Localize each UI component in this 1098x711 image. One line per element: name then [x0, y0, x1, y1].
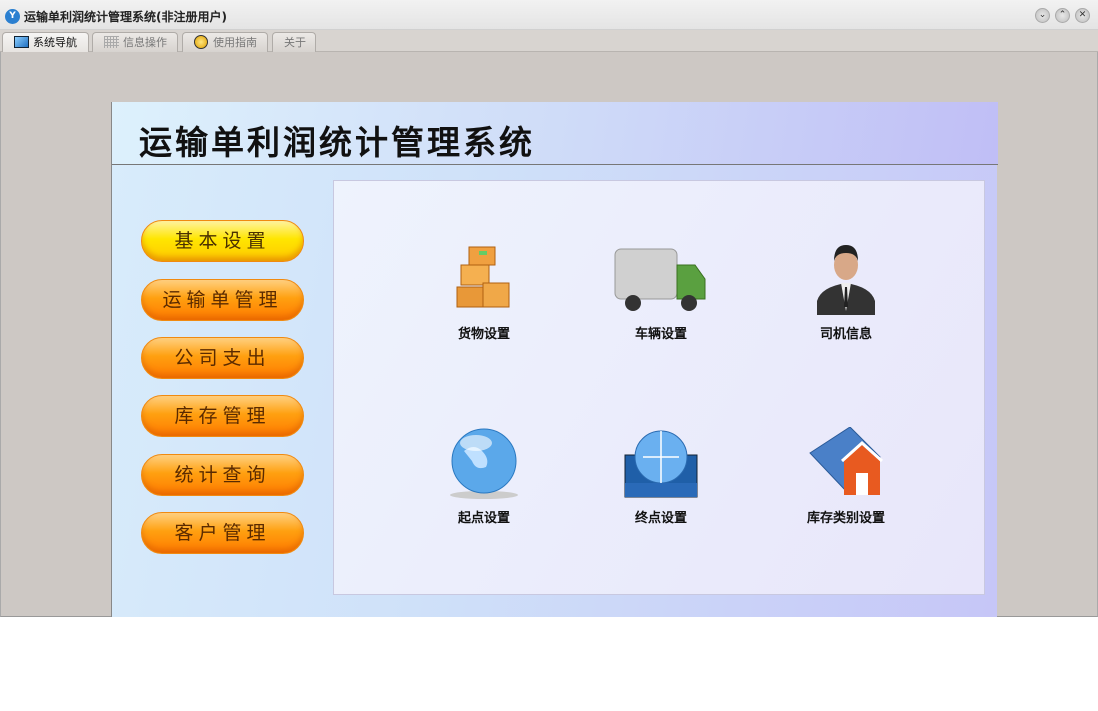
app-logo-icon: Y: [5, 9, 20, 24]
tab-label: 使用指南: [213, 36, 257, 49]
item-label: 车辆设置: [634, 327, 687, 342]
minimize-button[interactable]: ⌄: [1035, 8, 1050, 23]
nav-statistics-query[interactable]: 统计查询: [141, 454, 304, 496]
cargo-settings[interactable]: 货物设置: [419, 243, 549, 342]
page-title: 运输单利润统计管理系统: [139, 123, 535, 162]
nav-customer-management[interactable]: 客户管理: [141, 512, 304, 554]
nav-inventory-management[interactable]: 库存管理: [141, 395, 304, 437]
maximize-button[interactable]: ⌃: [1055, 8, 1070, 23]
grid-icon: [104, 36, 119, 48]
tab-label: 信息操作: [123, 36, 167, 49]
item-label: 起点设置: [457, 511, 510, 526]
close-button[interactable]: ✕: [1075, 8, 1090, 23]
vehicle-settings[interactable]: 车辆设置: [596, 243, 726, 342]
panel-header: 运输单利润统计管理系统: [112, 102, 998, 165]
tab-info-ops[interactable]: 信息操作: [92, 32, 178, 52]
tab-about[interactable]: 关于: [272, 32, 316, 52]
tab-label: 关于: [284, 36, 306, 49]
tab-strip: 系统导航 信息操作 使用指南 关于: [0, 30, 1098, 53]
tab-label: 系统导航: [33, 36, 77, 49]
destination-settings[interactable]: 终点设置: [596, 427, 726, 526]
navigation-panel: 运输单利润统计管理系统 基本设置 运输单管理 公司支出 库存管理 统计查询 客户…: [111, 102, 998, 617]
settings-grid: 货物设置 车辆设置 司机信息 起点设置 终点设置 库存类别设置: [333, 180, 985, 595]
driver-icon: [817, 245, 875, 315]
item-label: 司机信息: [819, 327, 872, 342]
truck-icon: [614, 248, 706, 311]
tab-guide[interactable]: 使用指南: [182, 32, 268, 52]
title-bar: Y 运输单利润统计管理系统(非注册用户) ⌄ ⌃ ✕: [0, 0, 1098, 30]
inventory-category-settings[interactable]: 库存类别设置: [781, 427, 911, 526]
warehouse-icon: [809, 427, 884, 495]
nav-basic-settings[interactable]: 基本设置: [141, 220, 304, 262]
nav-company-expenses[interactable]: 公司支出: [141, 337, 304, 379]
destination-globe-icon: [624, 430, 698, 498]
item-label: 终点设置: [634, 511, 687, 526]
item-label: 库存类别设置: [806, 511, 885, 526]
window-title: 运输单利润统计管理系统(非注册用户): [24, 10, 227, 24]
item-label: 货物设置: [457, 327, 510, 342]
driver-info[interactable]: 司机信息: [781, 243, 911, 342]
monitor-icon: [14, 36, 29, 48]
help-icon: [194, 35, 208, 49]
globe-icon: [450, 428, 518, 499]
origin-settings[interactable]: 起点设置: [419, 427, 549, 526]
boxes-icon: [456, 246, 510, 308]
tab-system-nav[interactable]: 系统导航: [2, 32, 89, 53]
nav-waybill-management[interactable]: 运输单管理: [141, 279, 304, 321]
